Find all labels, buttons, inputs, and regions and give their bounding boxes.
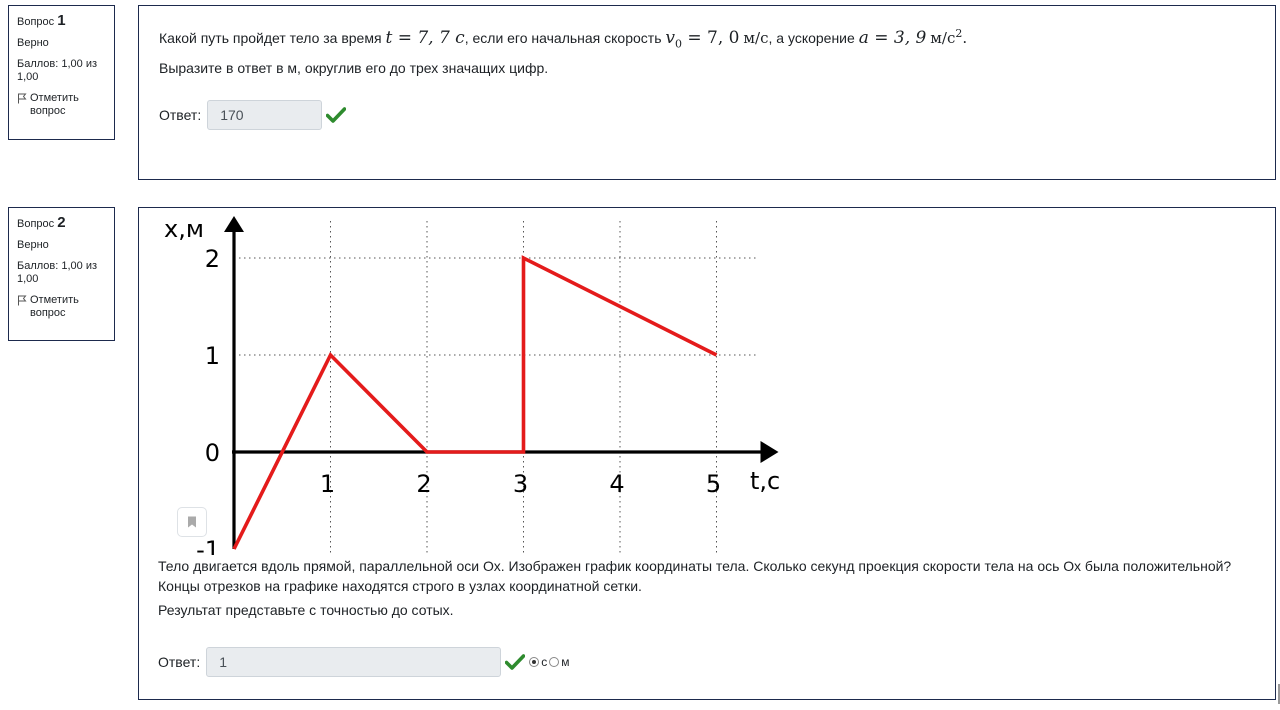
- velocity-symbol: v0: [665, 28, 682, 51]
- answer-row-1: Ответ: 170: [159, 100, 347, 130]
- bookmark-icon: [188, 516, 196, 528]
- answer-input-2[interactable]: 1: [206, 647, 502, 677]
- x-tick-label: 1: [320, 470, 335, 498]
- x-axis-label: t,с: [750, 467, 780, 495]
- velocity-unit: м/с: [743, 29, 769, 47]
- x-tick-label: 4: [609, 470, 624, 498]
- bookmark-button[interactable]: [177, 507, 207, 537]
- unit-label-s: с: [541, 655, 548, 669]
- unit-radio-m[interactable]: [549, 657, 560, 667]
- x-axis-arrow: [760, 441, 779, 463]
- y-tick-label: -1: [196, 536, 220, 555]
- axes: [224, 216, 779, 549]
- y-axis-label: x,м: [164, 215, 204, 243]
- y-axis-arrow: [224, 216, 244, 232]
- question-grade-1: Баллов: 1,00 из 1,00: [17, 58, 98, 83]
- unit-label-m: м: [561, 655, 570, 669]
- x-tick-label: 5: [706, 470, 721, 498]
- answer-label-1: Ответ:: [159, 107, 202, 123]
- question-info-2: Вопрос 2 Верно Баллов: 1,00 из 1,00 Отме…: [8, 207, 115, 341]
- flag-question-link-1[interactable]: Отметить вопрос: [17, 92, 108, 118]
- question-content-1: Какой путь пройдет тело за время t = 7, …: [138, 5, 1276, 180]
- question-state-1: Верно: [17, 37, 49, 49]
- time-formula: t = 7, 7 c: [385, 28, 465, 48]
- y-tick-label: 1: [205, 342, 220, 370]
- answer-label-2: Ответ:: [158, 654, 201, 670]
- y-tick-label: 0: [205, 439, 220, 467]
- question-text-line2: Выразите в ответ в м, округлив его до тр…: [159, 60, 549, 77]
- question-number-1: Вопрос 1: [17, 12, 66, 29]
- question-grade-2: Баллов: 1,00 из 1,00: [17, 260, 98, 285]
- x-tick-label: 3: [513, 470, 528, 498]
- question-text-2-line2: Результат представьте с точностью до сот…: [158, 602, 454, 618]
- question-text-line1: Какой путь пройдет тело за время t = 7, …: [159, 27, 968, 51]
- y-tick-label: 2: [205, 245, 220, 273]
- question-state-2: Верно: [17, 239, 49, 251]
- question-text-2: Тело двигается вдоль прямой, параллельно…: [158, 556, 1258, 620]
- velocity-value: = 7, 0: [682, 28, 740, 48]
- acceleration-unit: м/с2.: [930, 27, 968, 47]
- unit-radio-group: с м: [529, 655, 569, 669]
- question-info-1: Вопрос 1 Верно Баллов: 1,00 из 1,00 Отме…: [8, 5, 115, 140]
- graph-series: [232, 255, 718, 550]
- correct-check-icon: [505, 654, 526, 670]
- correct-check-icon: [326, 107, 347, 123]
- flag-question-link-2[interactable]: Отметить вопрос: [17, 294, 108, 320]
- tick-labels: 1 2 3 4 5 -1 0 1 2: [196, 245, 721, 555]
- acceleration-formula: a = 3, 9: [858, 28, 927, 48]
- answer-input-1[interactable]: 170: [207, 100, 323, 130]
- x-tick-label: 2: [416, 470, 431, 498]
- question-text-2-line1: Тело двигается вдоль прямой, параллельно…: [158, 558, 1232, 594]
- unit-radio-s[interactable]: [529, 657, 540, 667]
- coordinate-line: [232, 255, 718, 550]
- question-text-1: Какой путь пройдет тело за время t = 7, …: [159, 24, 1259, 78]
- question-number-2: Вопрос 2: [17, 214, 66, 231]
- answer-row-2: Ответ: 1 с м: [158, 647, 569, 677]
- coordinate-graph: 1 2 3 4 5 -1 0 1 2 x,м t,с: [164, 215, 780, 555]
- flag-icon: [18, 295, 27, 306]
- flag-icon: [18, 93, 27, 104]
